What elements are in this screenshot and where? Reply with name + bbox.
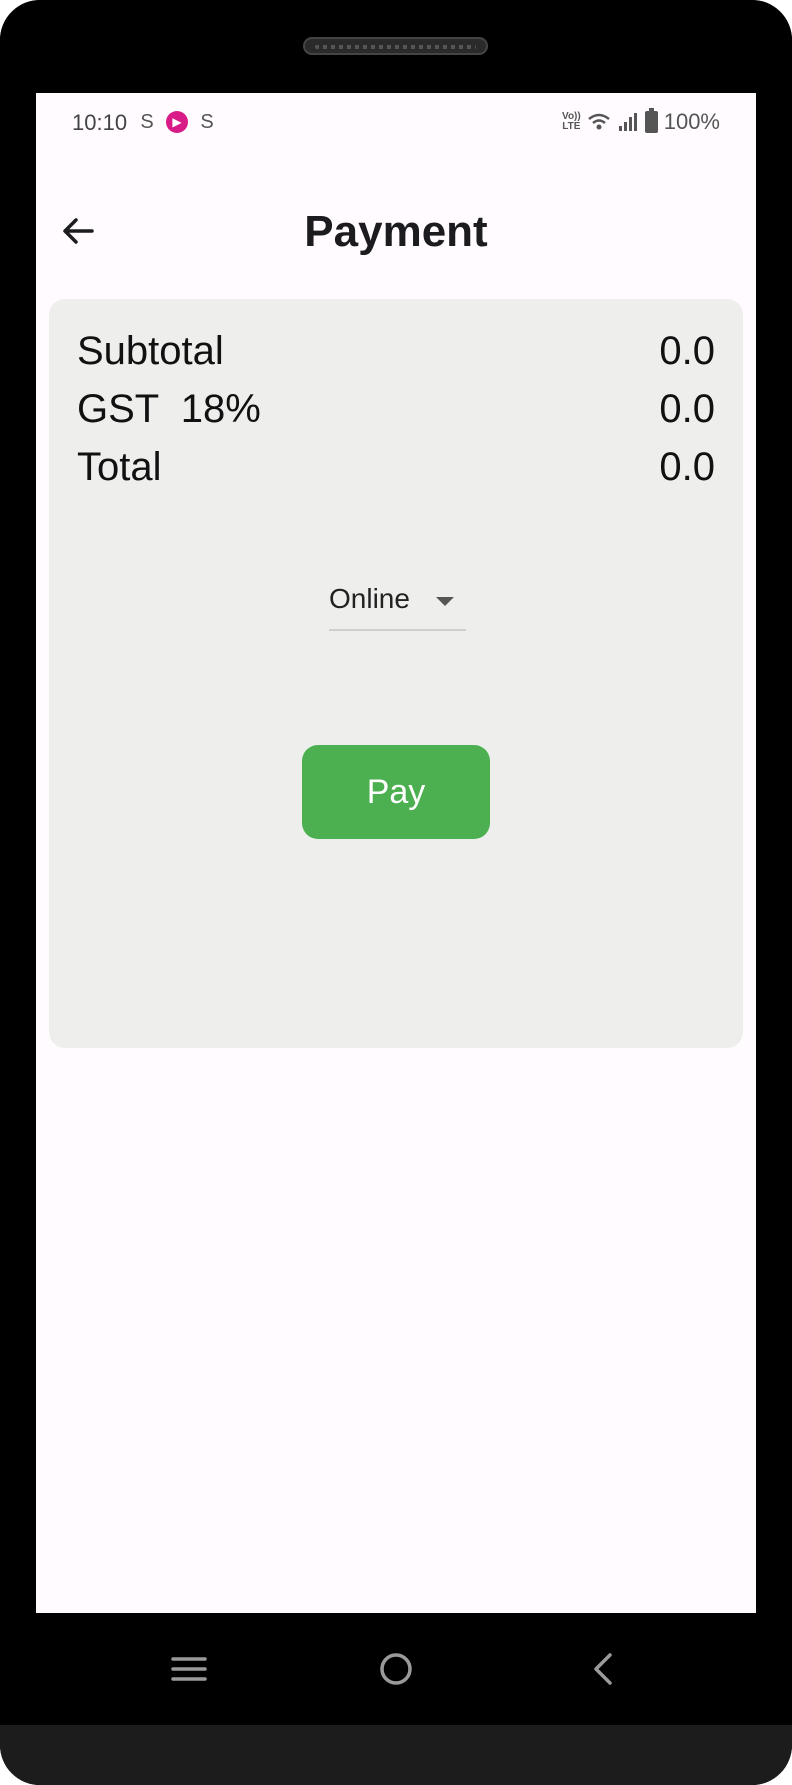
back-icon[interactable] <box>574 1641 634 1697</box>
device-frame: 10:10 S ▶ S Vo)) LTE 100% Payment Subtot… <box>0 0 792 1785</box>
device-bottom-bezel <box>0 1725 792 1785</box>
screen: 10:10 S ▶ S Vo)) LTE 100% Payment Subtot… <box>36 93 756 1613</box>
subtotal-label: Subtotal <box>77 329 224 373</box>
payment-summary-card: Subtotal 0.0 GST 18% 0.0 Total 0.0 Onlin… <box>49 299 743 1048</box>
battery-percent: 100% <box>663 109 720 134</box>
wifi-icon <box>587 113 610 130</box>
dropdown-arrow-icon <box>436 597 454 606</box>
subtotal-value: 0.0 <box>659 329 715 373</box>
status-time: 10:10 <box>72 110 128 135</box>
subtotal-row: Subtotal 0.0 <box>77 329 715 383</box>
home-icon[interactable] <box>366 1641 426 1697</box>
menu-icon[interactable] <box>159 1641 219 1697</box>
total-row: Total 0.0 <box>77 445 715 499</box>
gst-row: GST 18% 0.0 <box>77 387 715 441</box>
video-app-icon: ▶ <box>166 111 188 133</box>
s-icon: S <box>200 111 214 133</box>
device-top-bezel <box>0 0 792 93</box>
pay-button[interactable]: Pay <box>302 745 490 839</box>
payment-method-dropdown[interactable]: Online <box>329 579 466 631</box>
status-icons: Vo)) LTE 100% <box>562 108 720 135</box>
status-bar: 10:10 S ▶ S Vo)) LTE 100% <box>36 93 756 153</box>
system-nav-bar <box>0 1613 792 1725</box>
page-title: Payment <box>304 207 488 256</box>
total-value: 0.0 <box>659 445 715 489</box>
signal-icon <box>618 113 637 131</box>
total-label: Total <box>77 445 162 489</box>
speaker-grille <box>303 37 488 55</box>
s-icon: S <box>140 111 154 133</box>
lte-label: LTE <box>562 121 581 132</box>
battery-icon <box>644 108 658 133</box>
payment-method-value: Online <box>329 583 410 614</box>
app-bar: Payment <box>36 193 756 273</box>
gst-label: GST 18% <box>77 387 261 431</box>
gst-value: 0.0 <box>659 387 715 431</box>
volte-icon: Vo)) LTE <box>562 112 581 132</box>
